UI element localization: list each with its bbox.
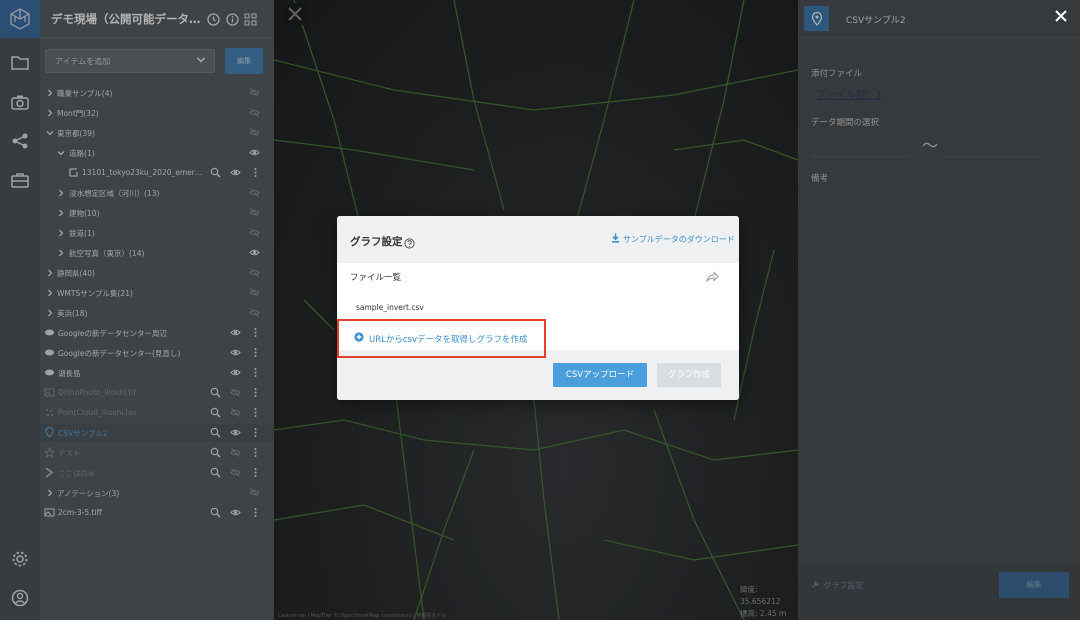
url-csv-link[interactable]: URLからcsvデータを取得しグラフを作成 [354, 332, 528, 345]
file-list-label: ファイル一覧 [350, 273, 402, 283]
graph-settings-dialog: グラフ設定 サンプルデータのダウンロード ファイル一覧 sample_inver… [337, 216, 739, 400]
file-list-item[interactable]: sample_invert.csv [356, 303, 424, 312]
help-circle-icon[interactable] [404, 234, 415, 249]
download-icon [611, 233, 620, 245]
url-csv-label: URLからcsvデータを取得しグラフを作成 [369, 334, 528, 345]
close-panel-icon[interactable] [1050, 5, 1072, 27]
dialog-header: グラフ設定 サンプルデータのダウンロード [337, 216, 739, 263]
share-arrow-icon[interactable] [705, 269, 719, 283]
plus-circle-icon [354, 332, 364, 345]
sample-download-link[interactable]: サンプルデータのダウンロード [611, 233, 735, 245]
sample-download-label: サンプルデータのダウンロード [623, 234, 735, 244]
csv-upload-button[interactable]: CSVアップロード [553, 363, 647, 387]
create-graph-button[interactable]: グラフ作成 [657, 363, 721, 387]
dialog-title: グラフ設定 [350, 236, 403, 248]
